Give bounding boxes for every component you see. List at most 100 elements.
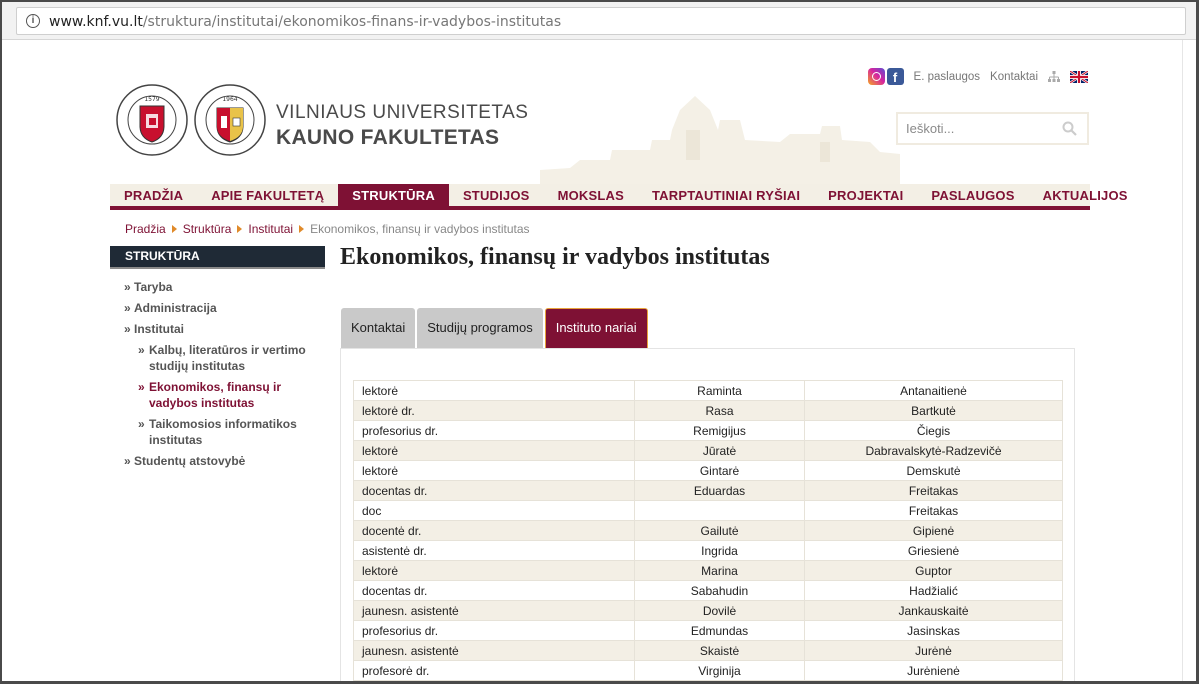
table-row: lektorė Marina Guptor (353, 560, 1063, 581)
staff-first-name-cell: Raminta (634, 380, 805, 401)
staff-first-name-cell: Edmundas (634, 620, 805, 641)
staff-first-name-cell (634, 500, 805, 521)
staff-position-cell: profesorius dr. (353, 420, 635, 441)
sidebar-item-institutes[interactable]: Institutai (110, 321, 325, 337)
nav-item-international[interactable]: TARPTAUTINIAI RYŠIAI (638, 184, 814, 206)
vilnius-university-seal-logo: 1579 (116, 84, 188, 156)
table-row: jaunesn. asistentė Skaistė Jurėnė (353, 640, 1063, 661)
content-tabs: Kontaktai Studijų programos Instituto na… (341, 308, 648, 348)
browser-address-bar: i www.knf.vu.lt/struktura/institutai/eko… (2, 2, 1196, 40)
staff-first-name-cell: Ingrida (634, 540, 805, 561)
sidebar-item-languages-institute[interactable]: Kalbų, literatūros ir vertimo studijų in… (110, 342, 325, 374)
table-row: jaunesn. asistentė Dovilė Jankauskaitė (353, 600, 1063, 621)
kaunas-faculty-seal-logo: 1964 (194, 84, 266, 156)
instagram-icon[interactable] (867, 68, 885, 85)
staff-last-name-cell: Jankauskaitė (804, 600, 1063, 621)
breadcrumb-current: Ekonomikos, finansų ir vadybos instituta… (310, 222, 530, 236)
info-icon[interactable]: i (26, 14, 40, 28)
staff-last-name-cell: Griesienė (804, 540, 1063, 561)
staff-last-name-cell: Freitakas (804, 500, 1063, 521)
page-scrollbar[interactable] (1182, 40, 1196, 681)
faculty-name[interactable]: KAUNO FAKULTETAS (276, 126, 499, 150)
main-navigation: PRADŽIA APIE FAKULTETĄ STRUKTŪRA STUDIJO… (110, 184, 1127, 210)
breadcrumb-institutes[interactable]: Institutai (248, 222, 293, 236)
staff-last-name-cell: Jurėnė (804, 640, 1063, 661)
staff-first-name-cell: Virginija (634, 660, 805, 681)
tab-institute-members[interactable]: Instituto nariai (544, 308, 648, 348)
staff-first-name-cell: Remigijus (634, 420, 805, 441)
staff-position-cell: docentas dr. (353, 480, 635, 501)
staff-table: lektorė Raminta Antanaitienė lektorė dr. Ras… (353, 380, 1063, 681)
nav-item-home[interactable]: PRADŽIA (110, 184, 197, 206)
table-row: lektorė Raminta Antanaitienė (353, 380, 1063, 401)
contacts-link[interactable]: Kontaktai (990, 71, 1038, 83)
nav-item-about[interactable]: APIE FAKULTETĄ (197, 184, 338, 206)
staff-position-cell: profesorė dr. (353, 660, 635, 681)
english-language-flag-icon[interactable] (1070, 70, 1088, 83)
breadcrumb-separator-icon (299, 225, 305, 233)
sidebar-item-informatics-institute[interactable]: Taikomosios informatikos institutas (110, 416, 325, 448)
table-row: docentė dr. Gailutė Gipienė (353, 520, 1063, 541)
staff-first-name-cell: Dovilė (634, 600, 805, 621)
staff-first-name-cell: Gintarė (634, 460, 805, 481)
staff-position-cell: lektorė (353, 380, 635, 401)
search-input[interactable] (906, 121, 1056, 136)
table-row: profesorė dr. Virginija Jurėnienė (353, 660, 1063, 681)
staff-last-name-cell: Demskutė (804, 460, 1063, 481)
staff-position-cell: jaunesn. asistentė (353, 640, 635, 661)
facebook-icon[interactable]: f (886, 68, 904, 85)
table-row: lektorė Gintarė Demskutė (353, 460, 1063, 481)
sitemap-icon[interactable] (1048, 70, 1060, 83)
staff-last-name-cell: Gipienė (804, 520, 1063, 541)
staff-position-cell: asistentė dr. (353, 540, 635, 561)
staff-first-name-cell: Eduardas (634, 480, 805, 501)
staff-position-cell: docentas dr. (353, 580, 635, 601)
search-icon[interactable] (1062, 121, 1077, 136)
staff-position-cell: profesorius dr. (353, 620, 635, 641)
sidebar-title: STRUKTŪRA (110, 246, 325, 269)
table-row: profesorius dr. Edmundas Jasinskas (353, 620, 1063, 641)
staff-position-cell: lektorė (353, 560, 635, 581)
staff-first-name-cell: Rasa (634, 400, 805, 421)
nav-item-studies[interactable]: STUDIJOS (449, 184, 544, 206)
tab-contacts[interactable]: Kontaktai (341, 308, 416, 348)
nav-item-structure[interactable]: STRUKTŪRA (338, 184, 449, 206)
staff-first-name-cell: Jūratė (634, 440, 805, 461)
eservices-link[interactable]: E. paslaugos (914, 71, 981, 83)
site-search (896, 112, 1089, 145)
staff-last-name-cell: Antanaitienė (804, 380, 1063, 401)
table-row: asistentė dr. Ingrida Griesienė (353, 540, 1063, 561)
breadcrumb-home[interactable]: Pradžia (125, 222, 166, 236)
svg-text:1964: 1964 (222, 96, 237, 103)
staff-first-name-cell: Skaistė (634, 640, 805, 661)
url-host: www.knf.vu.lt (49, 14, 143, 30)
staff-first-name-cell: Sabahudin (634, 580, 805, 601)
sidebar-item-economics-institute[interactable]: Ekonomikos, finansų ir vadybos instituta… (110, 379, 325, 411)
nav-item-science[interactable]: MOKSLAS (544, 184, 638, 206)
old-town-skyline-illustration (540, 96, 900, 184)
sidebar-item-council[interactable]: Taryba (110, 279, 325, 295)
table-row: lektorė dr. Rasa Bartkutė (353, 400, 1063, 421)
nav-item-projects[interactable]: PROJEKTAI (814, 184, 917, 206)
table-row: docentas dr. Eduardas Freitakas (353, 480, 1063, 501)
sidebar-item-administration[interactable]: Administracija (110, 300, 325, 316)
nav-item-news[interactable]: AKTUALIJOS (1029, 184, 1142, 206)
tab-study-programs[interactable]: Studijų programos (417, 308, 543, 348)
page-title: Ekonomikos, finansų ir vadybos instituta… (340, 244, 770, 270)
university-name[interactable]: VILNIAUS UNIVERSITETAS (276, 102, 528, 124)
url-path: /struktura/institutai/ekonomikos-finans-… (142, 14, 562, 30)
staff-first-name-cell: Marina (634, 560, 805, 581)
url-field[interactable]: i www.knf.vu.lt/struktura/institutai/eko… (16, 7, 1186, 35)
staff-position-cell: lektorė (353, 460, 635, 481)
breadcrumb-structure[interactable]: Struktūra (183, 222, 232, 236)
staff-last-name-cell: Jurėnienė (804, 660, 1063, 681)
staff-first-name-cell: Gailutė (634, 520, 805, 541)
header-utility-links: f E. paslaugos Kontaktai (867, 68, 1088, 85)
sidebar-item-student-representation[interactable]: Studentų atstovybė (110, 453, 325, 469)
table-row: docentas dr. Sabahudin Hadžialić (353, 580, 1063, 601)
breadcrumb-separator-icon (237, 225, 243, 233)
staff-last-name-cell: Hadžialić (804, 580, 1063, 601)
url-text[interactable]: www.knf.vu.lt/struktura/institutai/ekono… (49, 14, 561, 30)
sidebar-menu: Taryba Administracija Institutai Kalbų, … (110, 279, 325, 469)
nav-item-services[interactable]: PASLAUGOS (917, 184, 1028, 206)
